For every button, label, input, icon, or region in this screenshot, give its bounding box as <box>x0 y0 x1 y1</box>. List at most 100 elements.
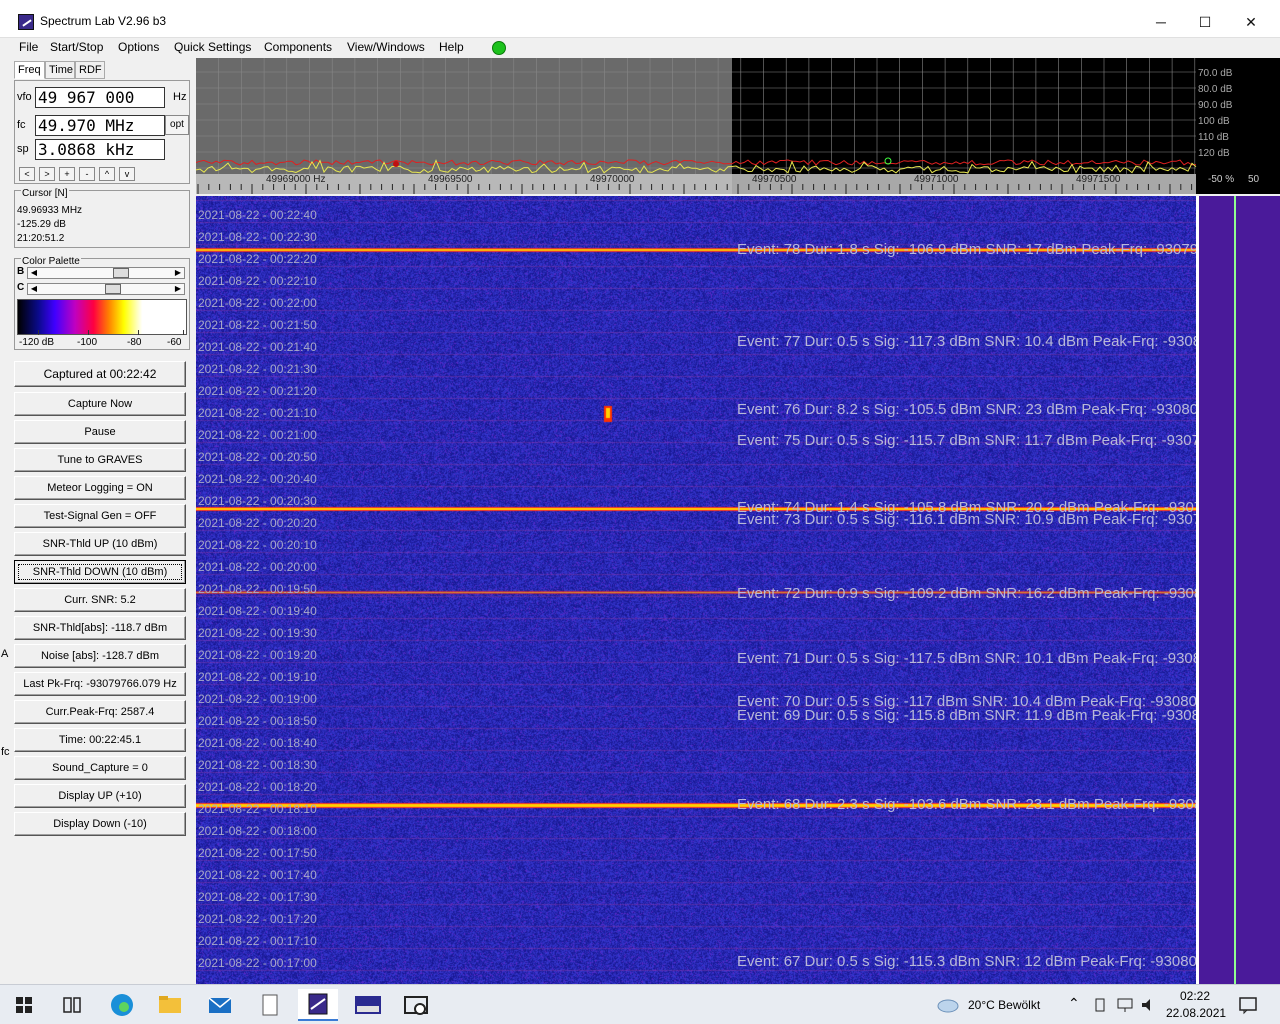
freq-axis-label: 49971500 <box>1076 174 1121 185</box>
waterfall-timestamp: 2021-08-22 - 00:17:10 <box>198 934 317 948</box>
capture-now-button[interactable]: Capture Now <box>14 392 186 416</box>
network-icon[interactable] <box>1116 997 1134 1013</box>
menu-options[interactable]: Options <box>118 40 159 54</box>
zoom-out-button[interactable]: - <box>79 167 95 181</box>
noise-abs-button[interactable]: Noise [abs]: -128.7 dBm <box>14 644 186 668</box>
event-label: Event: 72 Dur: 0.9 s Sig: -109.2 dBm SNR… <box>737 585 1196 602</box>
window-title: Spectrum Lab V2.96 b3 <box>40 14 166 28</box>
speaker-icon[interactable] <box>1140 997 1158 1013</box>
db-label: 70.0 dB <box>1198 68 1233 79</box>
menu-components[interactable]: Components <box>264 40 332 54</box>
level-white-line <box>1196 196 1199 984</box>
freq-axis-label: 49971000 <box>914 174 959 185</box>
spectrum-lab-taskbar-icon[interactable] <box>298 989 338 1021</box>
brightness-slider[interactable]: ◀ ▶ <box>27 267 185 279</box>
pause-button[interactable]: Pause <box>14 420 186 444</box>
screen-capture-icon[interactable] <box>396 989 436 1021</box>
maximize-button[interactable]: ☐ <box>1182 8 1228 36</box>
peak-marker <box>393 161 399 167</box>
last-pk-frq-button[interactable]: Last Pk-Frq: -93079766.079 Hz <box>14 672 186 696</box>
menu-help[interactable]: Help <box>439 40 464 54</box>
waterfall-timestamp: 2021-08-22 - 00:19:00 <box>198 692 317 706</box>
meteor-logging-button[interactable]: Meteor Logging = ON <box>14 476 186 500</box>
freq-axis-label: 49969000 Hz <box>266 174 326 185</box>
waterfall-timestamp: 2021-08-22 - 00:18:30 <box>198 758 317 772</box>
fc-field[interactable]: 49.970 MHz <box>35 115 165 136</box>
vfo-label: vfo <box>17 91 32 103</box>
slider-right-arrow-icon[interactable]: ▶ <box>172 268 184 278</box>
tab-rdf[interactable]: RDF <box>75 61 105 79</box>
snr-thld-down-button[interactable]: SNR-Thld DOWN (10 dBm) <box>14 560 186 584</box>
waterfall-timestamp: 2021-08-22 - 00:19:20 <box>198 648 317 662</box>
title-bar[interactable]: Spectrum Lab V2.96 b3 ─ ☐ ✕ <box>0 0 1280 38</box>
waterfall-timestamp: 2021-08-22 - 00:20:40 <box>198 472 317 486</box>
menu-view-windows[interactable]: View/Windows <box>347 40 425 54</box>
tab-time[interactable]: Time <box>45 61 75 79</box>
chevron-up-icon[interactable]: ⌃ <box>1068 995 1080 1012</box>
waterfall-timestamp: 2021-08-22 - 00:20:50 <box>198 450 317 464</box>
menu-start-stop[interactable]: Start/Stop <box>50 40 103 54</box>
cloud-weather-icon[interactable] <box>936 995 960 1013</box>
menu-quick-settings[interactable]: Quick Settings <box>174 40 251 54</box>
zoom-in-button[interactable]: + <box>59 167 75 181</box>
waterfall-timestamp: 2021-08-22 - 00:21:40 <box>198 340 317 354</box>
taskbar: 20°C Bewölkt ⌃ 02:22 22.08.2021 <box>0 984 1280 1024</box>
palette-label-60: -60 <box>167 337 181 348</box>
windows-start-icon[interactable] <box>4 989 44 1021</box>
menu-file[interactable]: File <box>19 40 38 54</box>
task-view-icon[interactable] <box>52 989 92 1021</box>
nav-right-button[interactable]: > <box>39 167 55 181</box>
minimize-button[interactable]: ─ <box>1138 8 1184 36</box>
close-button[interactable]: ✕ <box>1228 8 1274 36</box>
display-down-button[interactable]: Display Down (-10) <box>14 812 186 836</box>
waterfall-timestamp: 2021-08-22 - 00:20:20 <box>198 516 317 530</box>
notepad-icon[interactable] <box>250 989 290 1021</box>
vfo-field[interactable]: 49 967 000 <box>35 87 165 108</box>
waterfall-timestamp: 2021-08-22 - 00:19:50 <box>198 582 317 596</box>
clock-time[interactable]: 02:22 <box>1180 989 1210 1003</box>
snr-thld-up-button[interactable]: SNR-Thld UP (10 dBm) <box>14 532 186 556</box>
level-bar-panel <box>1196 196 1280 984</box>
clock-date[interactable]: 22.08.2021 <box>1166 1006 1226 1020</box>
waterfall-timestamp: 2021-08-22 - 00:20:00 <box>198 560 317 574</box>
waterfall-timestamp: 2021-08-22 - 00:17:40 <box>198 868 317 882</box>
captured-button[interactable]: Captured at 00:22:42 <box>14 361 186 387</box>
waterfall-timestamp: 2021-08-22 - 00:17:20 <box>198 912 317 926</box>
sound-capture-button[interactable]: Sound_Capture = 0 <box>14 756 186 780</box>
slider-left-arrow-icon[interactable]: ◀ <box>28 268 40 278</box>
display-up-button[interactable]: Display UP (+10) <box>14 784 186 808</box>
tune-graves-button[interactable]: Tune to GRAVES <box>14 448 186 472</box>
contrast-thumb[interactable] <box>105 284 121 294</box>
slider-left-arrow-icon[interactable]: ◀ <box>28 284 40 294</box>
file-explorer-icon[interactable] <box>150 989 190 1021</box>
test-signal-button[interactable]: Test-Signal Gen = OFF <box>14 504 186 528</box>
sp-field[interactable]: 3.0868 kHz <box>35 139 165 160</box>
opt-button[interactable]: opt <box>165 115 189 135</box>
time-button[interactable]: Time: 00:22:45.1 <box>14 728 186 752</box>
wsjt-icon[interactable] <box>348 989 388 1021</box>
brightness-thumb[interactable] <box>113 268 129 278</box>
color-palette: Color Palette B ◀ ▶ C ◀ ▶ -120 dB -100 -… <box>14 258 190 350</box>
waterfall-timestamp: 2021-08-22 - 00:18:10 <box>198 802 317 816</box>
curr-snr-button[interactable]: Curr. SNR: 5.2 <box>14 588 186 612</box>
snr-thld-abs-button[interactable]: SNR-Thld[abs]: -118.7 dBm <box>14 616 186 640</box>
edge-browser-icon[interactable] <box>102 989 142 1021</box>
notification-icon[interactable] <box>1238 995 1258 1015</box>
weather-text[interactable]: 20°C Bewölkt <box>968 998 1040 1012</box>
device-icon[interactable] <box>1092 997 1108 1013</box>
nav-down-button[interactable]: v <box>119 167 135 181</box>
mail-icon[interactable] <box>200 989 240 1021</box>
nav-up-button[interactable]: ^ <box>99 167 115 181</box>
spectrum-graph[interactable]: 70.0 dB80.0 dB90.0 dB100 dB110 dB120 dB … <box>196 58 1280 194</box>
waterfall-display[interactable]: 2021-08-22 - 00:22:40 2021-08-22 - 00:22:… <box>196 196 1196 984</box>
nav-left-button[interactable]: < <box>19 167 35 181</box>
palette-label-100: -100 <box>77 337 97 348</box>
waterfall-timestamp: 2021-08-22 - 00:21:50 <box>198 318 317 332</box>
palette-label-120: -120 dB <box>19 337 54 348</box>
app-icon <box>18 14 34 30</box>
slider-right-arrow-icon[interactable]: ▶ <box>172 284 184 294</box>
contrast-slider[interactable]: ◀ ▶ <box>27 283 185 295</box>
tab-freq[interactable]: Freq <box>14 61 45 79</box>
run-status-icon[interactable] <box>492 41 506 55</box>
curr-peak-frq-button[interactable]: Curr.Peak-Frq: 2587.4 <box>14 700 186 724</box>
